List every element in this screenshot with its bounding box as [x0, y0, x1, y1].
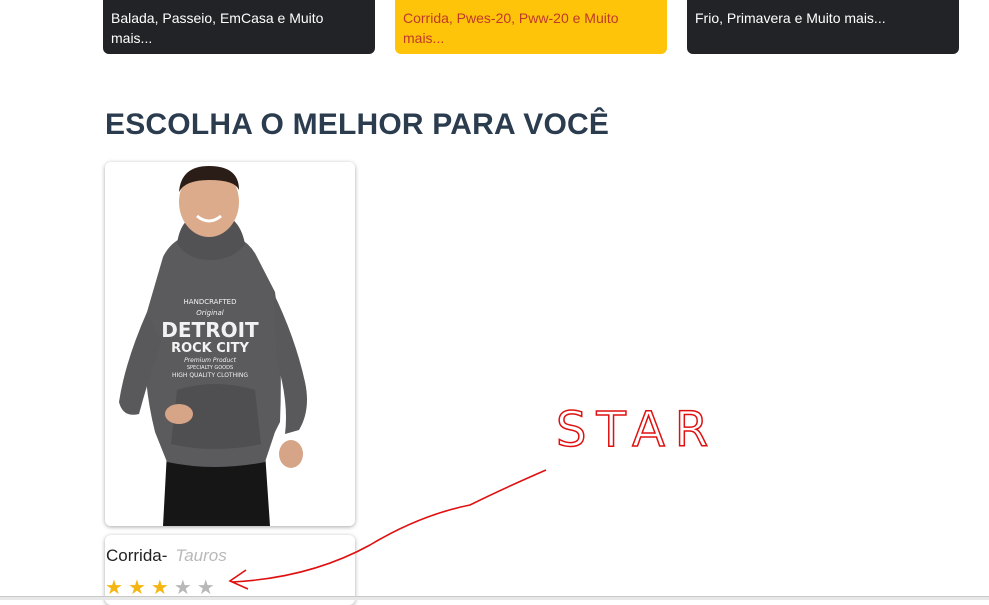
section-title: ESCOLHA O MELHOR PARA VOCÊ [105, 108, 610, 141]
product-name[interactable]: Corrida- [106, 546, 167, 565]
page-bottom-border [0, 596, 989, 600]
product-image: HANDCRAFTED Original DETROIT ROCK CITY P… [105, 162, 355, 526]
category-card-text: Corrida, Pwes-20, Pww-20 e Muito mais... [403, 10, 619, 46]
hoodie-print-line4: ROCK CITY [171, 341, 249, 356]
category-card-corrida[interactable]: Corrida, Pwes-20, Pww-20 e Muito mais... [395, 0, 667, 54]
hoodie-print-line6: SPECIALTY GOODS [187, 365, 233, 371]
category-card-balada[interactable]: Balada, Passeio, EmCasa e Muito mais... [103, 0, 375, 54]
hoodie-print-line5: Premium Product [184, 357, 237, 364]
product-info-card[interactable]: Corrida- Tauros ★★★★★ [105, 535, 355, 605]
hoodie-print-line1: HANDCRAFTED [184, 298, 237, 306]
product-image-card[interactable]: HANDCRAFTED Original DETROIT ROCK CITY P… [105, 162, 355, 526]
product-title[interactable]: Corrida- Tauros [106, 546, 227, 566]
product-brand: Tauros [175, 546, 227, 565]
category-card-text: Frio, Primavera e Muito mais... [695, 10, 886, 26]
annotation-text: STAR [556, 402, 718, 458]
category-card-frio[interactable]: Frio, Primavera e Muito mais... [687, 0, 959, 54]
hoodie-print-line2: Original [196, 309, 223, 317]
hoodie-print-line7: HIGH QUALITY CLOTHING [172, 372, 248, 379]
category-card-text: Balada, Passeio, EmCasa e Muito mais... [111, 10, 324, 46]
hoodie-print-line3: DETROIT [161, 318, 259, 342]
